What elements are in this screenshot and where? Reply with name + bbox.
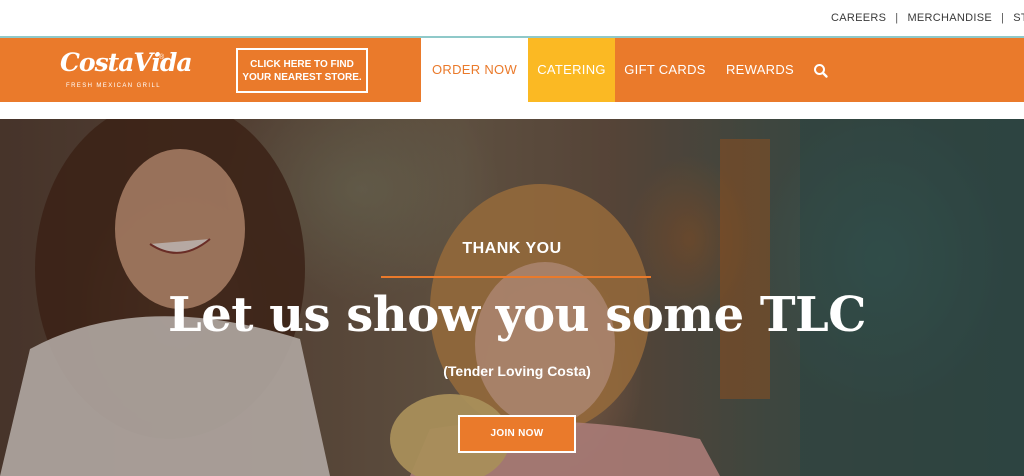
main-nav: CostaVida ® FRESH MEXICAN GRILL CLICK HE… — [0, 38, 1024, 102]
find-store-line-2: YOUR NEAREST STORE. — [242, 72, 362, 83]
merchandise-link[interactable]: MERCHANDISE — [907, 12, 992, 24]
utility-separator: | — [1001, 12, 1005, 24]
utility-separator: | — [895, 12, 899, 24]
brand-logo-trademark: ® — [159, 54, 165, 61]
search-button[interactable] — [812, 62, 830, 80]
nav-catering[interactable]: CATERING — [528, 38, 615, 102]
careers-link[interactable]: CAREERS — [831, 12, 886, 24]
search-icon — [814, 64, 828, 78]
utility-bar: CAREERS | MERCHANDISE | STORE — [0, 0, 1024, 37]
store-link[interactable]: STORE — [1013, 12, 1024, 24]
nav-gift-cards[interactable]: GIFT CARDS — [615, 38, 715, 102]
brand-logo-wordmark: CostaVida — [60, 48, 193, 77]
find-store-line-1: CLICK HERE TO FIND — [250, 59, 354, 70]
brand-logo-tagline: FRESH MEXICAN GRILL — [66, 83, 161, 89]
utility-links: CAREERS | MERCHANDISE | STORE — [831, 12, 1024, 24]
nav-rewards[interactable]: REWARDS — [715, 38, 805, 102]
hero-banner: THANK YOU Let us show you some TLC (Tend… — [0, 119, 1024, 476]
hero-subtitle: (Tender Loving Costa) — [443, 363, 591, 379]
join-now-button[interactable]: JOIN NOW — [458, 415, 576, 453]
hero-eyebrow: THANK YOU — [462, 240, 562, 257]
find-store-button[interactable]: CLICK HERE TO FIND YOUR NEAREST STORE. — [236, 48, 368, 93]
hero-divider — [381, 276, 651, 278]
hero-title: Let us show you some TLC — [167, 287, 867, 343]
nav-spacer — [0, 102, 1024, 119]
nav-order-now[interactable]: ORDER NOW — [421, 38, 528, 102]
brand-logo[interactable]: CostaVida ® FRESH MEXICAN GRILL — [58, 48, 193, 94]
